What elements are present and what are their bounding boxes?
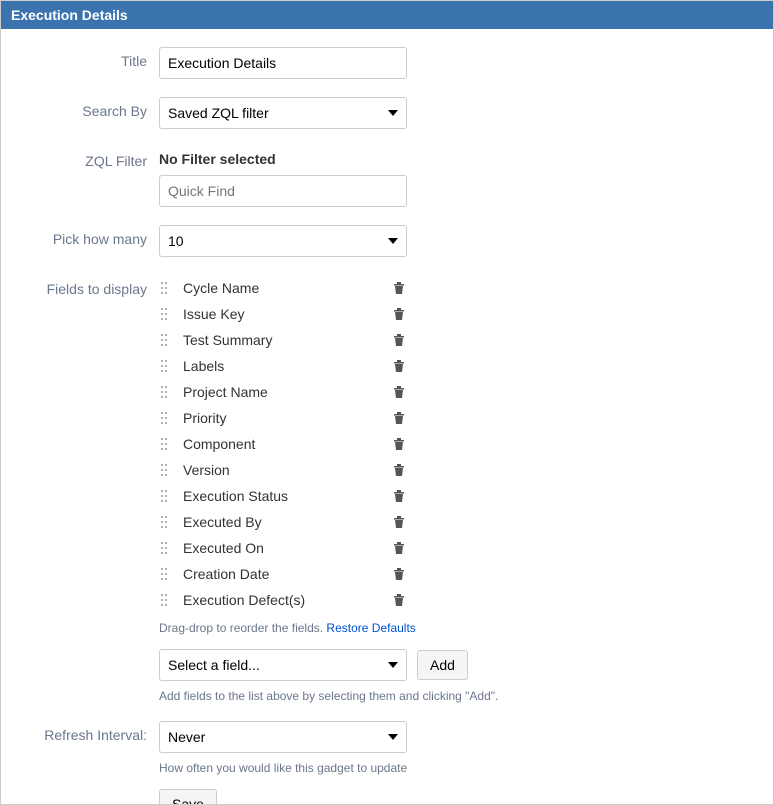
no-filter-text: No Filter selected [159, 147, 629, 175]
trash-icon[interactable] [393, 411, 407, 425]
pick-how-many-select[interactable]: 10 [159, 225, 407, 257]
label-search-by: Search By [11, 97, 159, 119]
add-field-select[interactable]: Select a field... [159, 649, 407, 681]
label-title: Title [11, 47, 159, 69]
refresh-interval-select[interactable]: Never [159, 721, 407, 753]
row-save: Save [11, 789, 763, 804]
drag-handle-icon[interactable] [159, 411, 169, 425]
field-item-label: Labels [183, 358, 393, 374]
field-item[interactable]: Priority [159, 405, 407, 431]
drag-handle-icon[interactable] [159, 385, 169, 399]
field-item-label: Project Name [183, 384, 393, 400]
reorder-hint: Drag-drop to reorder the fields. Restore… [159, 621, 629, 635]
reorder-hint-text: Drag-drop to reorder the fields. [159, 621, 326, 635]
field-item[interactable]: Project Name [159, 379, 407, 405]
field-item-label: Priority [183, 410, 393, 426]
field-item-label: Cycle Name [183, 280, 393, 296]
panel-header: Execution Details [1, 1, 773, 29]
add-hint: Add fields to the list above by selectin… [159, 689, 629, 703]
field-item[interactable]: Test Summary [159, 327, 407, 353]
field-list: Cycle Name Issue Key Test Summary Labels Pro… [159, 275, 407, 613]
field-item[interactable]: Component [159, 431, 407, 457]
row-fields-to-display: Fields to display Cycle Name Issue Key Tes… [11, 275, 763, 703]
trash-icon[interactable] [393, 437, 407, 451]
panel-title: Execution Details [11, 7, 128, 23]
drag-handle-icon[interactable] [159, 567, 169, 581]
label-fields-to-display: Fields to display [11, 275, 159, 297]
content-area: Title Search By Saved ZQL filter ZQL Fil… [1, 29, 773, 804]
field-item-label: Executed By [183, 514, 393, 530]
field-item-label: Test Summary [183, 332, 393, 348]
trash-icon[interactable] [393, 281, 407, 295]
trash-icon[interactable] [393, 307, 407, 321]
label-refresh-interval: Refresh Interval: [11, 721, 159, 743]
trash-icon[interactable] [393, 593, 407, 607]
field-item[interactable]: Creation Date [159, 561, 407, 587]
restore-defaults-link[interactable]: Restore Defaults [326, 621, 415, 635]
drag-handle-icon[interactable] [159, 281, 169, 295]
drag-handle-icon[interactable] [159, 307, 169, 321]
trash-icon[interactable] [393, 541, 407, 555]
field-item-label: Executed On [183, 540, 393, 556]
field-item[interactable]: Execution Defect(s) [159, 587, 407, 613]
add-field-row: Select a field... Add [159, 649, 629, 681]
drag-handle-icon[interactable] [159, 463, 169, 477]
quick-find-input[interactable] [159, 175, 407, 207]
row-pick-how-many: Pick how many 10 [11, 225, 763, 257]
field-item[interactable]: Labels [159, 353, 407, 379]
field-item[interactable]: Cycle Name [159, 275, 407, 301]
scroll-container[interactable]: Title Search By Saved ZQL filter ZQL Fil… [1, 29, 773, 804]
drag-handle-icon[interactable] [159, 359, 169, 373]
drag-handle-icon[interactable] [159, 515, 169, 529]
row-refresh-interval: Refresh Interval: Never How often you wo… [11, 721, 763, 775]
trash-icon[interactable] [393, 463, 407, 477]
field-item[interactable]: Executed On [159, 535, 407, 561]
label-zql-filter: ZQL Filter [11, 147, 159, 169]
drag-handle-icon[interactable] [159, 333, 169, 347]
title-input[interactable] [159, 47, 407, 79]
refresh-hint: How often you would like this gadget to … [159, 761, 629, 775]
drag-handle-icon[interactable] [159, 489, 169, 503]
trash-icon[interactable] [393, 385, 407, 399]
field-item[interactable]: Version [159, 457, 407, 483]
trash-icon[interactable] [393, 515, 407, 529]
row-zql-filter: ZQL Filter No Filter selected [11, 147, 763, 207]
field-item[interactable]: Executed By [159, 509, 407, 535]
field-item-label: Issue Key [183, 306, 393, 322]
drag-handle-icon[interactable] [159, 541, 169, 555]
trash-icon[interactable] [393, 359, 407, 373]
drag-handle-icon[interactable] [159, 593, 169, 607]
row-search-by: Search By Saved ZQL filter [11, 97, 763, 129]
row-title: Title [11, 47, 763, 79]
save-button[interactable]: Save [159, 789, 217, 804]
field-item[interactable]: Issue Key [159, 301, 407, 327]
field-item-label: Execution Defect(s) [183, 592, 393, 608]
drag-handle-icon[interactable] [159, 437, 169, 451]
label-pick-how-many: Pick how many [11, 225, 159, 247]
trash-icon[interactable] [393, 489, 407, 503]
gadget-config-panel: Execution Details Title Search By Saved … [0, 0, 774, 805]
trash-icon[interactable] [393, 333, 407, 347]
field-item-label: Execution Status [183, 488, 393, 504]
field-item-label: Creation Date [183, 566, 393, 582]
add-button[interactable]: Add [417, 650, 468, 680]
field-item-label: Version [183, 462, 393, 478]
search-by-select[interactable]: Saved ZQL filter [159, 97, 407, 129]
field-item[interactable]: Execution Status [159, 483, 407, 509]
trash-icon[interactable] [393, 567, 407, 581]
field-item-label: Component [183, 436, 393, 452]
